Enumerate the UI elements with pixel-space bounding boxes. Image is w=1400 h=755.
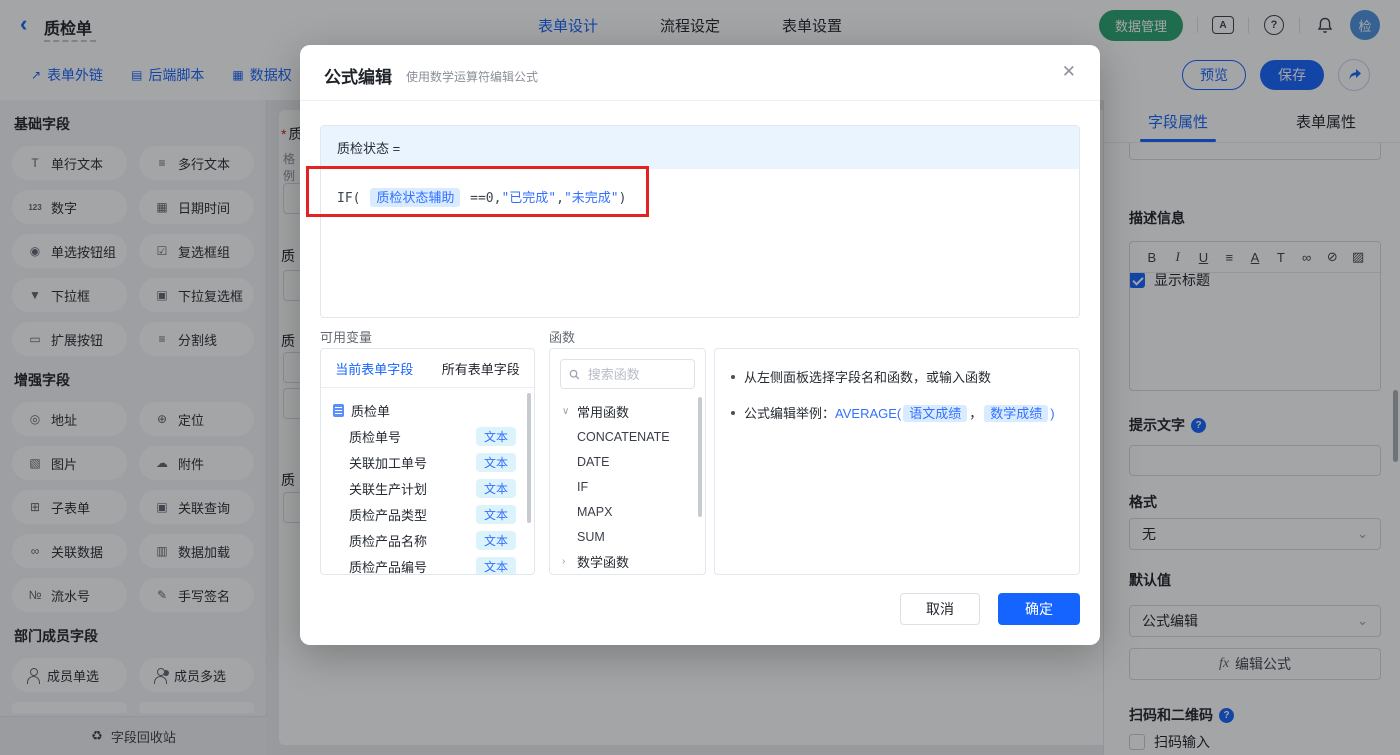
formula-code: ) [618, 191, 627, 206]
function-group-name: 数学函数 [577, 555, 630, 570]
tip-content: 从左侧面板选择字段名和函数，或输入函数 [744, 367, 991, 388]
example-field-token: 数学成绩 [984, 405, 1049, 422]
function-search-input[interactable] [585, 365, 686, 383]
field-token[interactable]: 质检状态辅助 [370, 188, 461, 207]
formula-string: "未完成" [563, 191, 619, 206]
tips-panel: 从左侧面板选择字段名和函数，或输入函数 公式编辑举例：AVERAGE(语文成绩，数… [714, 348, 1080, 575]
form-designer-app: ‹ 质检单 表单设计 流程设定 表单设置 数据管理 A ? 检 ↗ 表单外链 ▤ 后端脚本… [0, 0, 1400, 755]
bullet-icon [731, 375, 735, 379]
variables-tabs: 当前表单字段 所有表单字段 [321, 349, 534, 388]
tip-text: 从左侧面板选择字段名和函数，或输入函数 [744, 370, 992, 385]
variable-type-badge: 文本 [475, 556, 516, 574]
example-field-token: 语文成绩 [903, 405, 968, 422]
variable-type-badge: 文本 [475, 426, 516, 446]
modal-header: 公式编辑 使用数学运算符编辑公式 ✕ [300, 45, 1100, 101]
function-item[interactable]: IF [550, 474, 705, 499]
formula-expression[interactable]: IF( 质检状态辅助 ==0,"已完成","未完成") [321, 169, 1079, 228]
variable-type-badge: 文本 [475, 504, 516, 524]
variable-type-badge: 文本 [475, 530, 516, 550]
tip-fn: ) [1050, 406, 1055, 421]
modal-subtitle: 使用数学运算符编辑公式 [406, 70, 539, 84]
variable-field-row[interactable]: 关联生产计划 文本 [321, 475, 534, 501]
confirm-button[interactable]: 确定 [998, 593, 1080, 625]
modal-title: 公式编辑 [324, 68, 392, 87]
functions-panel-label: 函数 [549, 330, 576, 345]
tab-current-form-fields[interactable]: 当前表单字段 [321, 349, 428, 387]
tip-content: 公式编辑举例：AVERAGE(语文成绩，数学成绩) [744, 403, 1055, 424]
form-root-label: 质检单 [351, 403, 391, 419]
formula-target: 质检状态 = [321, 126, 1079, 169]
bullet-icon [731, 411, 735, 415]
tip-item: 从左侧面板选择字段名和函数，或输入函数 [731, 367, 1063, 388]
variables-panel-label: 可用变量 [320, 330, 373, 345]
variable-field-name: 质检产品名称 [349, 533, 428, 549]
scrollbar-thumb[interactable] [698, 397, 702, 517]
formula-code: , [556, 191, 564, 206]
variable-field-name: 质检产品类型 [349, 507, 428, 523]
function-item[interactable]: DATE [550, 449, 705, 474]
variable-field-name: 关联生产计划 [349, 481, 428, 497]
cancel-button[interactable]: 取消 [900, 593, 980, 625]
function-item[interactable]: SUM [550, 524, 705, 549]
form-root-item[interactable]: 质检单 [321, 397, 534, 423]
variable-field-row[interactable]: 关联加工单号 文本 [321, 449, 534, 475]
variable-field-name: 关联加工单号 [349, 455, 428, 471]
function-item[interactable]: CONCATENATE [550, 424, 705, 449]
tip-fn: AVERAGE( [835, 406, 902, 421]
formula-string: "已完成" [501, 191, 557, 206]
search-icon [569, 369, 580, 379]
modal-footer: 取消 确定 [900, 593, 1080, 625]
variable-field-row[interactable]: 质检产品编号 文本 [321, 553, 534, 575]
variable-field-name: 质检单号 [349, 429, 402, 445]
formula-code: IF( [337, 191, 369, 206]
tip-text: ， [969, 406, 983, 421]
function-group[interactable]: ›文本函数 [550, 574, 705, 575]
variable-field-row[interactable]: 质检产品类型 文本 [321, 501, 534, 527]
variable-field-name: 质检产品编号 [349, 559, 428, 575]
function-search-box[interactable] [560, 359, 695, 389]
variables-list: 质检单 质检单号 文本 关联加工单号 文本 关联生产计划 文本 质检产品类型 文本 质检产品名称… [321, 388, 534, 575]
functions-panel: ∨ 常用函数 CONCATENATEDATEIFMAPXSUM › 数学函数 ›文本函数 [549, 348, 706, 575]
variable-type-badge: 文本 [475, 452, 516, 472]
function-tree: ∨ 常用函数 CONCATENATEDATEIFMAPXSUM › 数学函数 ›文本函数 [550, 399, 705, 575]
formula-editor-modal: 公式编辑 使用数学运算符编辑公式 ✕ 质检状态 = IF( 质检状态辅助 ==0… [300, 45, 1100, 645]
formula-code: ==0, [462, 191, 502, 206]
function-group[interactable]: ∨ 常用函数 [550, 399, 705, 424]
variables-panel: 当前表单字段 所有表单字段 质检单 质检单号 文本 关联加工单号 文本 关联生产计划 文本… [320, 348, 535, 575]
variable-field-row[interactable]: 质检单号 文本 [321, 423, 534, 449]
document-icon [333, 403, 344, 417]
tip-item: 公式编辑举例：AVERAGE(语文成绩，数学成绩) [731, 403, 1063, 424]
function-item[interactable]: MAPX [550, 499, 705, 524]
tip-text: 公式编辑举例： [744, 406, 836, 421]
function-group[interactable]: › 数学函数 [550, 549, 705, 574]
chevron-down-icon: ∨ [562, 406, 570, 417]
variable-field-row[interactable]: 质检产品名称 文本 [321, 527, 534, 553]
scrollbar-thumb[interactable] [527, 393, 531, 523]
variable-type-badge: 文本 [475, 478, 516, 498]
formula-editor-box[interactable]: 质检状态 = IF( 质检状态辅助 ==0,"已完成","未完成") [320, 125, 1080, 318]
close-icon[interactable]: ✕ [1062, 62, 1076, 82]
tab-all-form-fields[interactable]: 所有表单字段 [428, 349, 535, 387]
chevron-right-icon: › [562, 556, 566, 567]
function-group-name: 常用函数 [577, 405, 630, 420]
